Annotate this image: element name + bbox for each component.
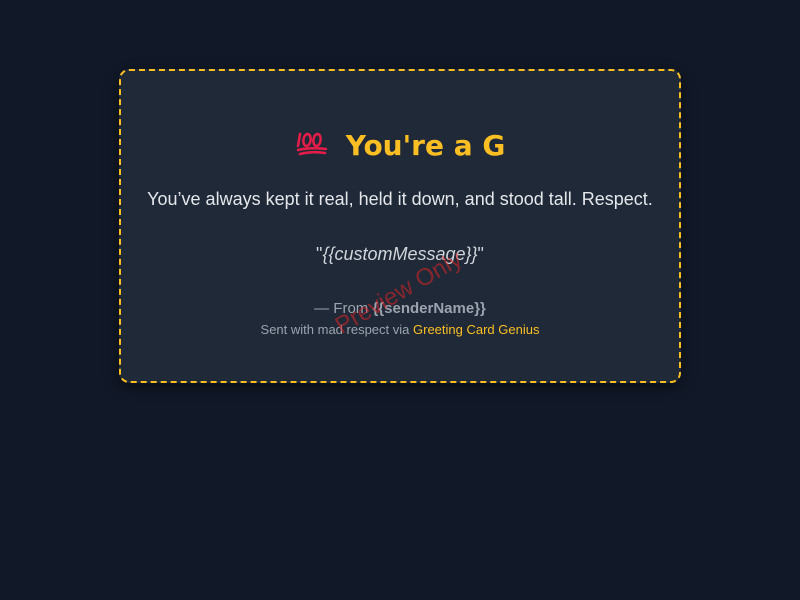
- from-prefix: — From: [314, 300, 373, 317]
- quote-close: ": [477, 244, 484, 264]
- card-header: You're a G: [121, 129, 679, 162]
- greeting-card: You're a G You’ve always kept it real, h…: [119, 69, 681, 383]
- card-title: You're a G: [345, 129, 506, 162]
- sent-via-line: Sent with mad respect via Greeting Card …: [121, 322, 679, 337]
- from-line: — From {{senderName}}: [121, 300, 679, 317]
- card-subtitle: You’ve always kept it real, held it down…: [147, 189, 653, 209]
- hundred-points-icon: [295, 128, 329, 156]
- custom-message-placeholder: {{customMessage}}: [322, 244, 478, 264]
- greeting-card-genius-link[interactable]: Greeting Card Genius: [413, 322, 539, 337]
- custom-message: "{{customMessage}}": [121, 244, 679, 265]
- sender-name-placeholder: {{senderName}}: [372, 300, 486, 317]
- sent-prefix: Sent with mad respect via: [260, 322, 413, 337]
